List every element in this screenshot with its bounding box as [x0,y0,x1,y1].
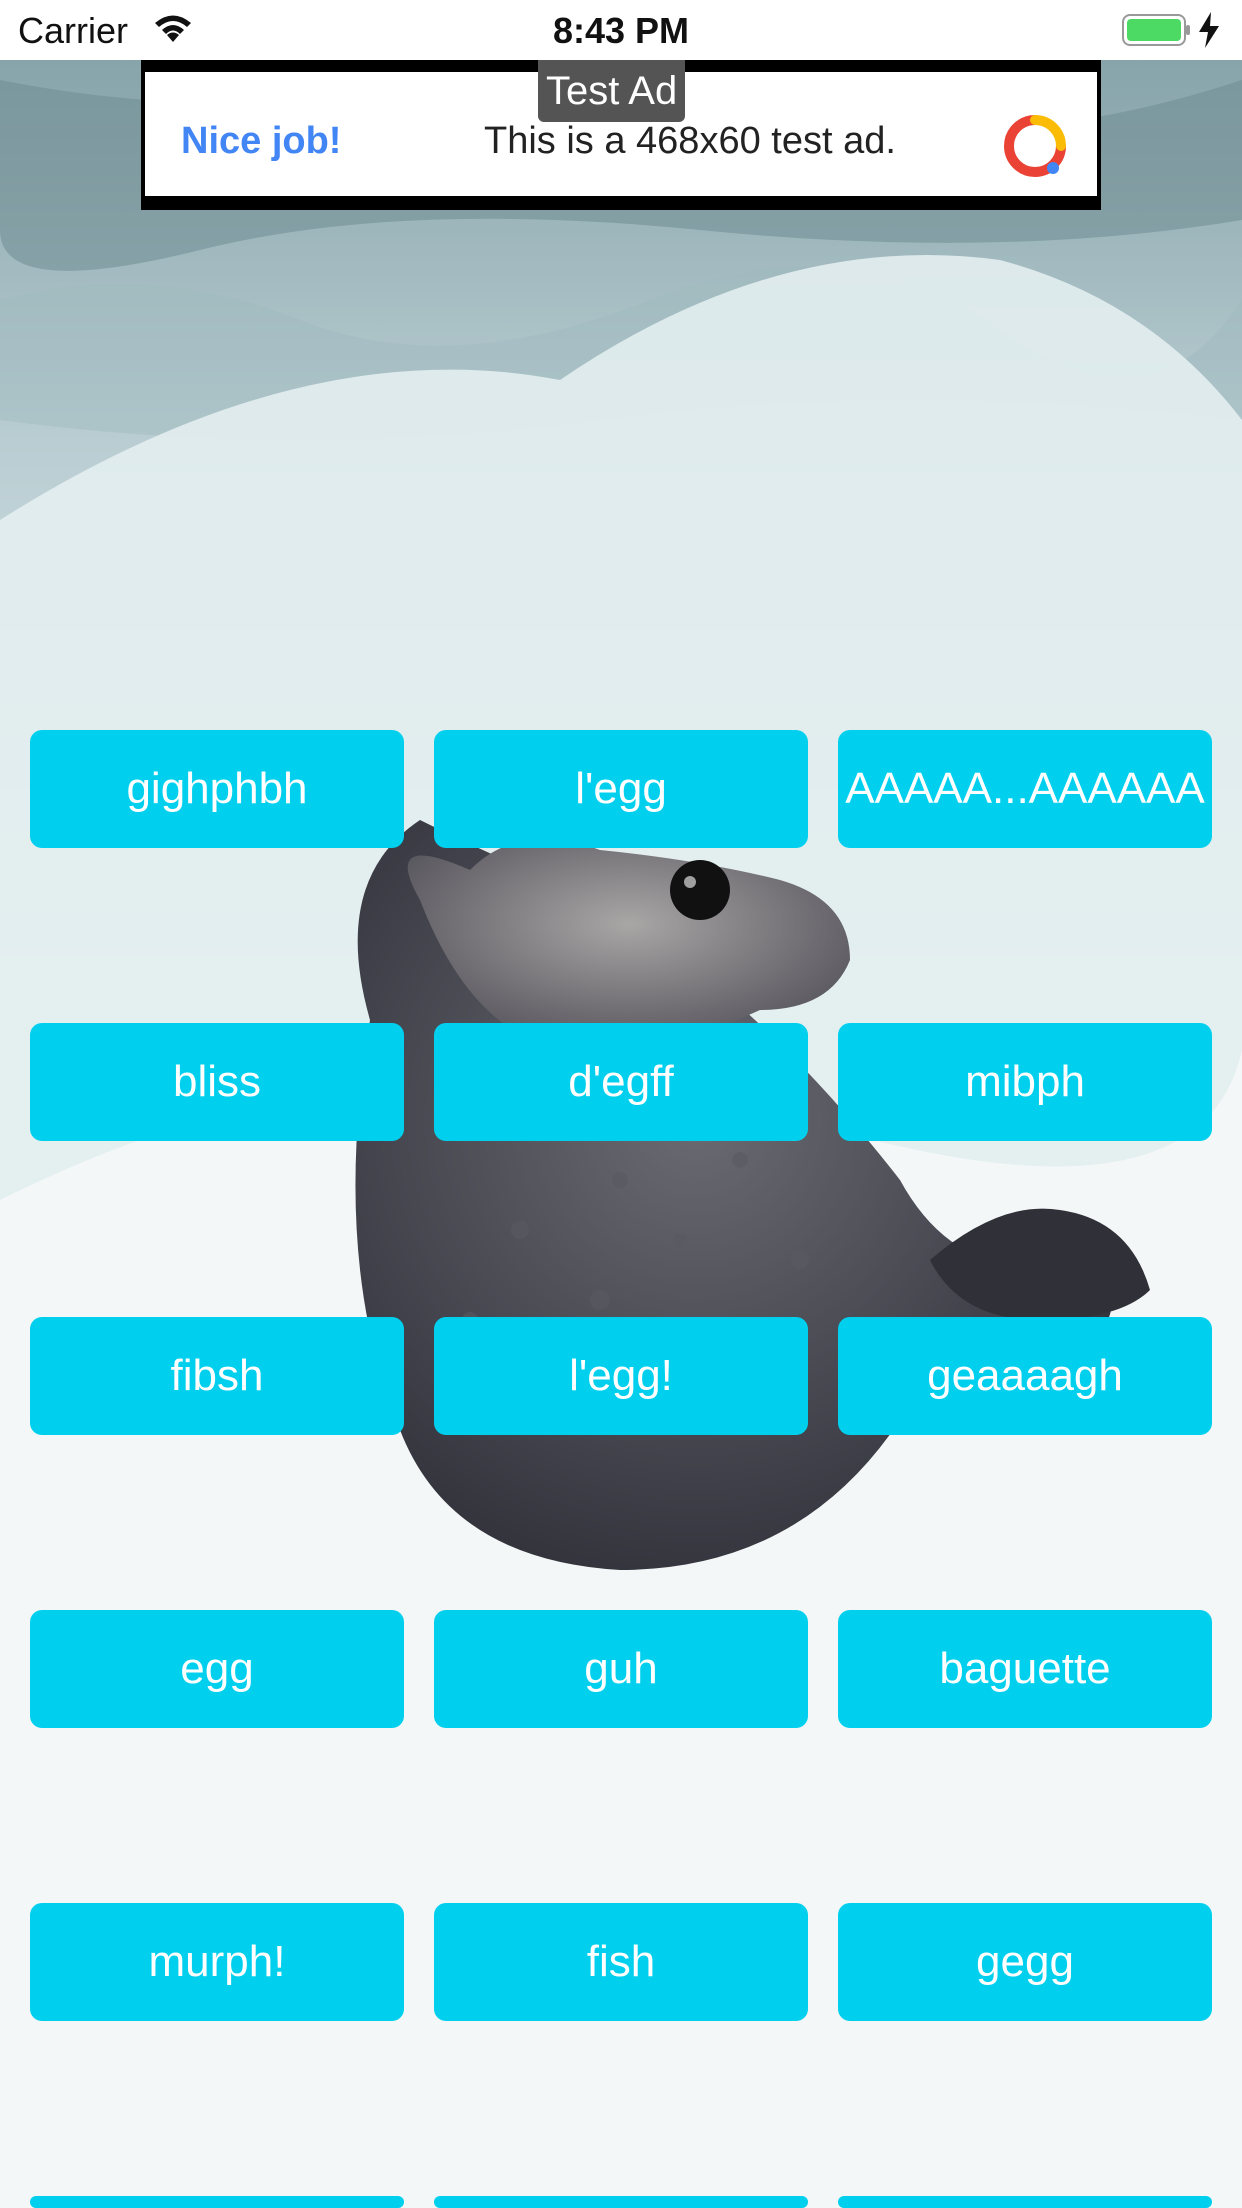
sound-button[interactable]: geaaaagh [838,1317,1212,1435]
sound-button[interactable] [434,2196,808,2208]
sound-button[interactable]: guh [434,1610,808,1728]
sound-button[interactable]: bliss [30,1023,404,1141]
ad-banner[interactable]: Nice job! This is a 468x60 test ad. Test… [141,60,1101,210]
sound-button[interactable]: fibsh [30,1317,404,1435]
clock-time: 8:43 PM [552,10,690,51]
sound-button[interactable]: d'egff [434,1023,808,1141]
sound-button[interactable] [838,2196,1212,2208]
ad-body-text[interactable]: This is a 468x60 test ad. [484,120,896,163]
sound-button[interactable] [30,2196,404,2208]
ad-headline[interactable]: Nice job! [181,120,341,163]
admob-logo-icon[interactable] [1003,114,1067,178]
test-ad-badge: Test Ad [538,60,686,122]
sound-button[interactable]: egg [30,1610,404,1728]
sound-button[interactable]: baguette [838,1610,1212,1728]
battery-icon [1122,14,1190,46]
sound-button[interactable]: murph! [30,1903,404,2021]
bolt-icon [1199,12,1219,48]
sound-button[interactable]: gighphbh [30,730,404,848]
status-bar: Carrier 8:43 PM [0,0,1242,60]
sound-button[interactable]: l'egg [434,730,808,848]
sound-button[interactable]: AAAAA...AAAAAA [838,730,1212,848]
sound-button[interactable]: mibph [838,1023,1212,1141]
sound-button[interactable]: fish [434,1903,808,2021]
sound-button[interactable]: l'egg! [434,1317,808,1435]
sound-button[interactable]: gegg [838,1903,1212,2021]
